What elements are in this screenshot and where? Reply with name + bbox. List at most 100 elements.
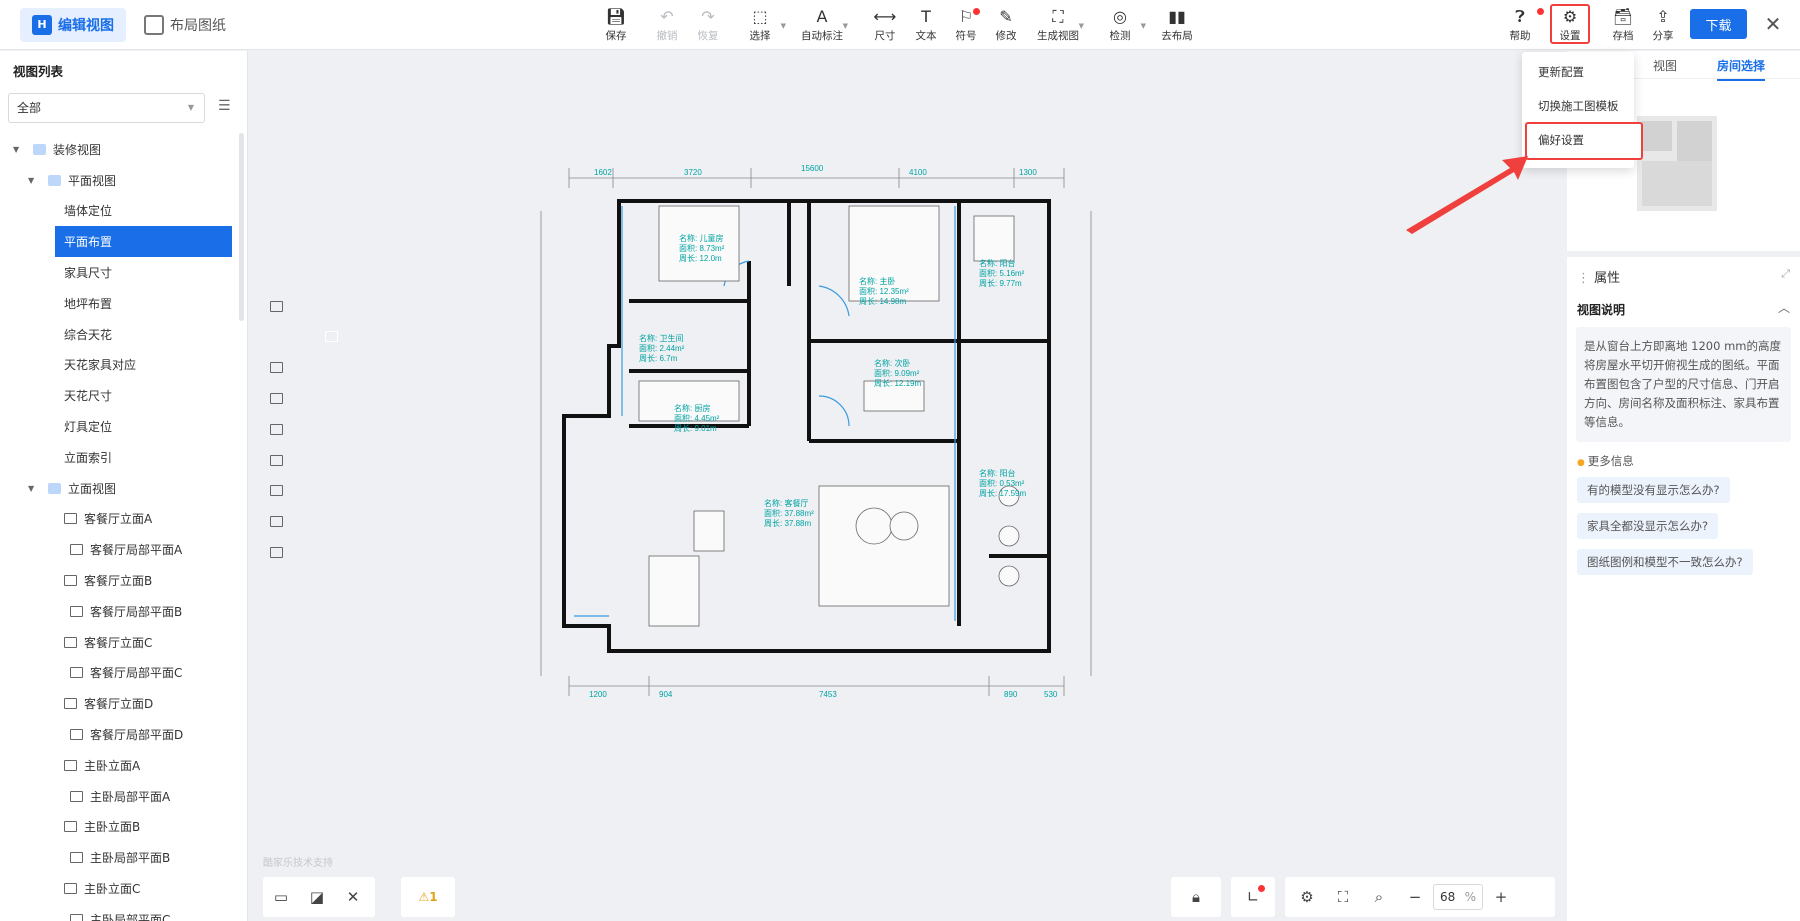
zoom-in-icon[interactable]: +	[1483, 888, 1519, 906]
close-icon[interactable]: ✕	[1758, 8, 1788, 40]
tree-item[interactable]: 主卧局部平面B	[0, 842, 240, 873]
properties-title: 属性	[1577, 267, 1620, 286]
tree-item[interactable]: 主卧局部平面C	[0, 904, 240, 921]
hatch-mode-icon[interactable]: ✕	[335, 888, 371, 906]
tree-item[interactable]: 立面索引	[0, 442, 283, 558]
save-button[interactable]: 💾︎ 保存	[596, 6, 636, 46]
fit-view-icon[interactable]: ⛶	[1325, 888, 1361, 906]
modify-tool[interactable]: ✎ 修改	[986, 6, 1026, 46]
dimension-icon: ⟷	[873, 7, 897, 26]
chevron-up-icon[interactable]: ︿	[1778, 299, 1790, 316]
zoom-group: ⚙ ⛶ ⌕ − 68 % +	[1285, 877, 1555, 917]
tree-item-label: 天花尺寸	[64, 389, 113, 404]
tab-edit-view[interactable]: H 编辑视图	[20, 8, 126, 42]
dim-label: 1602	[594, 168, 612, 177]
zoom-input[interactable]: 68 %	[1433, 884, 1483, 910]
tree-item[interactable]: 主卧立面C	[0, 873, 240, 904]
tree-item[interactable]: 客餐厅局部平面D	[0, 719, 240, 750]
zoom-value: 68	[1440, 890, 1456, 904]
text-tool[interactable]: T 文本	[906, 6, 946, 46]
fill-mode-icon[interactable]: ◪	[299, 888, 335, 906]
more-info-label: 更多信息	[1577, 453, 1634, 469]
tree-item[interactable]: 地坪布置	[0, 288, 283, 404]
room-label: 周长: 9.01m	[674, 423, 717, 433]
menu-item-switch-template[interactable]: 切换施工图模板	[1538, 98, 1619, 114]
view-tree: ▼ 装修视图 ▼ 平面视图墙体定位 平面布置 家具尺寸 地坪布置 综合天花 天花家具对应 天花尺寸…	[0, 134, 338, 921]
tree-item-label: 平面视图	[68, 173, 117, 188]
view-settings-icon[interactable]: ⚙	[1289, 888, 1325, 906]
tree-item[interactable]: 客餐厅局部平面A	[0, 534, 240, 565]
tree-item[interactable]: ▼ 立面视图	[0, 473, 240, 504]
undo-button[interactable]: ↶ 撤销	[647, 6, 687, 46]
tree-item[interactable]: ▼ 装修视图	[0, 134, 240, 165]
warning-badge[interactable]: ⚠︎ 1	[401, 877, 455, 917]
generate-view-tool[interactable]: ⛶ 生成视图 ▼	[1037, 6, 1084, 46]
chevron-down-icon[interactable]: ▼	[28, 176, 34, 185]
tree-item[interactable]: 墙体定位	[0, 196, 283, 312]
chevron-down-icon[interactable]: ▼	[28, 484, 34, 493]
notification-dot	[973, 8, 980, 15]
tree-item-label: 立面视图	[68, 481, 117, 496]
expand-icon[interactable]: ⤢	[1781, 267, 1790, 281]
tree-item[interactable]: 天花尺寸	[0, 380, 283, 497]
redo-button[interactable]: ↷ 恢复	[688, 6, 728, 46]
tree-item-label: 主卧立面C	[84, 882, 141, 897]
room-label: 面积: 9.09m²	[874, 368, 920, 378]
zoom-area-icon[interactable]: ⌕	[1361, 888, 1397, 906]
select-tool[interactable]: ⬚ 选择 ▼	[740, 6, 787, 46]
warning-icon: ⚠︎	[418, 890, 430, 904]
tree-item[interactable]: 主卧立面A	[0, 750, 240, 781]
tree-item[interactable]: 综合天花	[0, 319, 283, 435]
color-mode-icon[interactable]: ▭	[263, 888, 299, 906]
chevron-down-icon[interactable]: ▼	[13, 145, 19, 154]
tree-item[interactable]: 客餐厅局部平面B	[0, 596, 240, 627]
tree-item[interactable]: 平面布置	[55, 226, 338, 343]
settings-button[interactable]: ⚙ 设置	[1550, 4, 1590, 44]
go-layout-button[interactable]: ▮▮ 去布局	[1157, 6, 1197, 46]
tree-item[interactable]: ▼ 平面视图	[0, 165, 240, 196]
symbol-tool[interactable]: ⚐ 符号	[946, 6, 986, 46]
auto-dimension-tool[interactable]: A 自动标注 ▼	[801, 6, 848, 46]
detect-tool[interactable]: ◎ 检测 ▼	[1100, 6, 1147, 46]
menu-item-update-config[interactable]: 更新配置	[1538, 64, 1584, 80]
dim-label: 904	[659, 690, 673, 699]
tree-item-label: 装修视图	[53, 142, 102, 157]
dimension-tool[interactable]: ⟷ 尺寸	[865, 6, 905, 46]
tree-item[interactable]: 家具尺寸	[0, 257, 283, 374]
elevation-view-icon	[64, 821, 77, 833]
floor-plan[interactable]: 1602 3720 15600 4100 1300 1200 904 7453 …	[519, 156, 1119, 711]
tree-item[interactable]: 主卧局部平面A	[0, 781, 240, 812]
tab-view[interactable]: 视图	[1653, 57, 1677, 74]
faq-link[interactable]: 家具全都没显示怎么办?	[1577, 513, 1719, 539]
tree-item[interactable]: 主卧立面B	[0, 812, 240, 843]
faq-link[interactable]: 有的模型没有显示怎么办?	[1577, 477, 1730, 503]
tree-item[interactable]: 客餐厅局部平面C	[0, 658, 240, 689]
elevation-view-icon	[70, 790, 83, 802]
snap-icon[interactable]: ∟	[1235, 885, 1271, 906]
tree-item[interactable]: 客餐厅立面D	[0, 688, 240, 719]
zoom-out-icon[interactable]: −	[1397, 888, 1433, 906]
faq-link[interactable]: 图纸图例和模型不一致怎么办?	[1577, 549, 1753, 575]
tab-layout-drawing[interactable]: 布局图纸	[132, 8, 238, 42]
archive-button[interactable]: 🗃︎ 存档	[1603, 6, 1643, 46]
help-button[interactable]: ❓︎ 帮助	[1500, 6, 1544, 46]
generate-view-icon: ⛶	[1052, 7, 1064, 26]
download-button[interactable]: 下载	[1690, 9, 1747, 39]
lock-icon[interactable]: 🔒︎	[1178, 888, 1214, 906]
tree-item[interactable]: 客餐厅立面A	[0, 504, 240, 535]
tab-room-select[interactable]: 房间选择	[1717, 57, 1766, 81]
tree-item[interactable]: 客餐厅立面C	[0, 627, 240, 658]
share-icon: ⇪	[1656, 7, 1670, 26]
menu-item-preferences[interactable]: 偏好设置	[1525, 122, 1643, 160]
drawing-canvas[interactable]: 1602 3720 15600 4100 1300 1200 904 7453 …	[249, 51, 1567, 921]
list-collapse-icon[interactable]: ☰	[218, 98, 231, 114]
share-button[interactable]: ⇪ 分享	[1643, 6, 1683, 46]
tree-item[interactable]: 天花家具对应	[0, 350, 283, 466]
sidebar-scrollbar[interactable]	[239, 133, 244, 321]
tree-item[interactable]: 客餐厅立面B	[0, 565, 240, 596]
symbol-label: 符号	[955, 30, 977, 42]
tree-item[interactable]: 灯具定位	[0, 411, 283, 528]
tree-item-label: 客餐厅立面A	[84, 512, 153, 527]
view-list-title: 视图列表	[13, 64, 64, 79]
view-filter-select[interactable]: 全部 ▼	[8, 93, 205, 123]
